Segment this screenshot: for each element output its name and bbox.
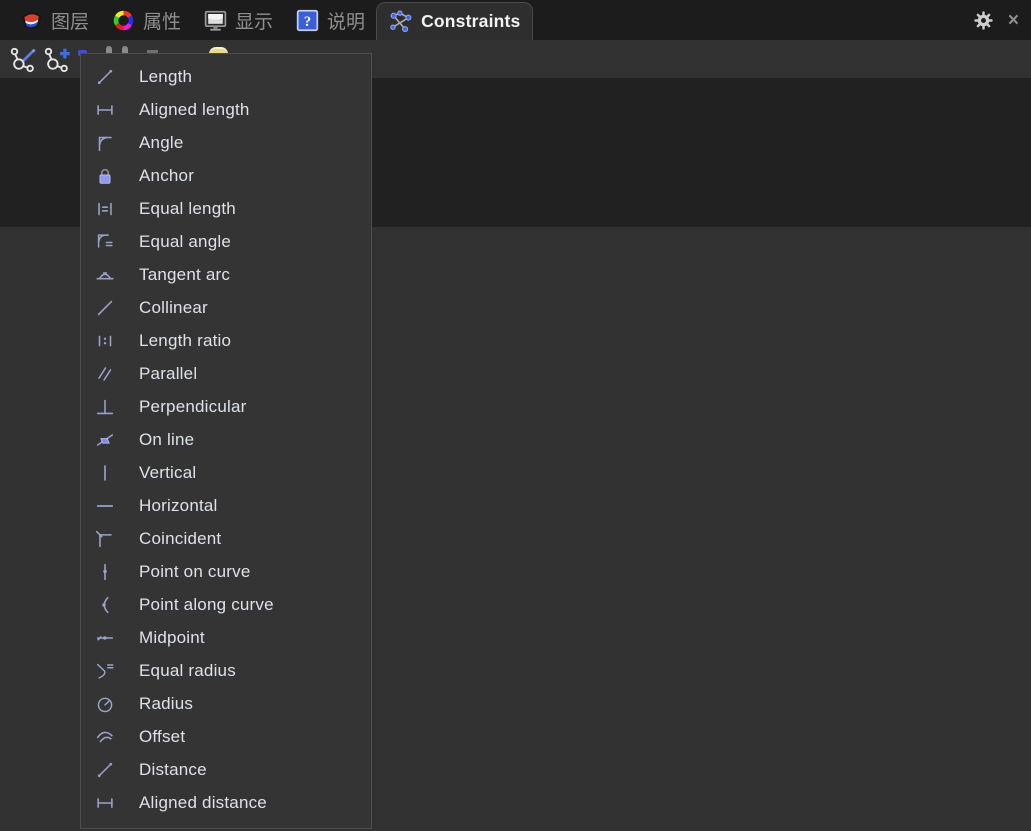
menu-item-label: Length — [139, 66, 193, 86]
menu-item-angle[interactable]: Angle — [81, 126, 371, 159]
tab-display[interactable]: 显示 — [192, 0, 284, 40]
menu-item-aligned-distance[interactable]: Aligned distance — [81, 786, 371, 819]
menu-item-label: Length ratio — [139, 330, 232, 350]
menu-item-label: Offset — [139, 726, 186, 746]
menu-item-label: Perpendicular — [139, 396, 247, 416]
layers-icon — [19, 8, 44, 33]
midpoint-icon — [93, 627, 117, 649]
menu-item-label: Point along curve — [139, 594, 274, 614]
point-along-curve-icon — [93, 594, 117, 616]
menu-item-vertical[interactable]: Vertical — [81, 456, 371, 489]
constraints-icon — [388, 9, 414, 35]
radius-icon — [93, 693, 117, 715]
edit-constraints-button[interactable] — [7, 44, 37, 74]
menu-item-anchor[interactable]: Anchor — [81, 159, 371, 192]
equal-length-icon — [93, 198, 117, 220]
menu-item-aligned-length[interactable]: Aligned length — [81, 93, 371, 126]
menu-item-label: Collinear — [139, 297, 208, 317]
menu-item-equal-length[interactable]: Equal length — [81, 192, 371, 225]
constraints-dropdown-menu: Length Aligned length Angle Anchor Equal len… — [80, 53, 372, 829]
aligned-length-icon — [93, 99, 117, 121]
menu-item-label: Equal length — [139, 198, 236, 218]
menu-item-midpoint[interactable]: Midpoint — [81, 621, 371, 654]
tab-constraints[interactable]: Constraints — [376, 2, 533, 40]
menu-item-label: Coincident — [139, 528, 222, 548]
equal-radius-icon — [93, 660, 117, 682]
equal-angle-icon — [93, 231, 117, 253]
tab-strip: 图层 属性 显示 说明 Constraints — [0, 0, 533, 40]
menu-item-perpendicular[interactable]: Perpendicular — [81, 390, 371, 423]
menu-item-distance[interactable]: Distance — [81, 753, 371, 786]
horizontal-icon — [93, 495, 117, 517]
tab-help[interactable]: 说明 — [284, 0, 376, 40]
display-icon — [203, 8, 228, 33]
tab-label: 显示 — [235, 11, 274, 33]
parallel-icon — [93, 363, 117, 385]
menu-item-point-along-curve[interactable]: Point along curve — [81, 588, 371, 621]
add-constraint-button[interactable] — [41, 44, 71, 74]
coincident-icon — [93, 528, 117, 550]
vertical-icon — [93, 462, 117, 484]
menu-item-length[interactable]: Length — [81, 60, 371, 93]
menu-item-label: Anchor — [139, 165, 195, 185]
tab-label: 属性 — [143, 11, 182, 33]
menu-item-label: Angle — [139, 132, 184, 152]
menu-item-label: Point on curve — [139, 561, 251, 581]
gear-icon[interactable] — [973, 10, 994, 31]
distance-icon — [93, 759, 117, 781]
length-icon — [93, 66, 117, 88]
menu-item-label: Distance — [139, 759, 207, 779]
menu-item-offset[interactable]: Offset — [81, 720, 371, 753]
menu-item-label: Equal angle — [139, 231, 231, 251]
menu-item-label: Parallel — [139, 363, 198, 383]
menu-item-horizontal[interactable]: Horizontal — [81, 489, 371, 522]
tab-label: Constraints — [421, 11, 521, 31]
obscured-icon — [122, 46, 128, 53]
menu-item-label: Radius — [139, 693, 194, 713]
perpendicular-icon — [93, 396, 117, 418]
tab-bar: 图层 属性 显示 说明 Constraints × — [0, 0, 1031, 40]
collinear-icon — [93, 297, 117, 319]
menu-item-label: Midpoint — [139, 627, 205, 647]
menu-item-label: Horizontal — [139, 495, 218, 515]
menu-item-label: Vertical — [139, 462, 197, 482]
close-icon[interactable]: × — [1008, 11, 1019, 30]
menu-item-radius[interactable]: Radius — [81, 687, 371, 720]
menu-item-label: Aligned distance — [139, 792, 267, 812]
menu-item-equal-angle[interactable]: Equal angle — [81, 225, 371, 258]
aligned-distance-icon — [93, 792, 117, 814]
tab-properties[interactable]: 属性 — [100, 0, 192, 40]
menu-item-point-on-curve[interactable]: Point on curve — [81, 555, 371, 588]
anchor-icon — [93, 165, 117, 187]
tangent-arc-icon — [93, 264, 117, 286]
point-on-curve-icon — [93, 561, 117, 583]
obscured-icon — [106, 46, 112, 53]
tabbar-actions: × — [973, 0, 1031, 40]
menu-item-parallel[interactable]: Parallel — [81, 357, 371, 390]
menu-item-label: Tangent arc — [139, 264, 231, 284]
help-icon — [295, 8, 320, 33]
menu-item-equal-radius[interactable]: Equal radius — [81, 654, 371, 687]
menu-item-length-ratio[interactable]: Length ratio — [81, 324, 371, 357]
length-ratio-icon — [93, 330, 117, 352]
tab-label: 说明 — [327, 11, 366, 33]
color-wheel-icon — [111, 8, 136, 33]
tab-label: 图层 — [51, 11, 90, 33]
tab-layers[interactable]: 图层 — [8, 0, 100, 40]
angle-icon — [93, 132, 117, 154]
menu-item-on-line[interactable]: On line — [81, 423, 371, 456]
menu-item-collinear[interactable]: Collinear — [81, 291, 371, 324]
offset-icon — [93, 726, 117, 748]
menu-item-label: Aligned length — [139, 99, 250, 119]
menu-item-label: Equal radius — [139, 660, 236, 680]
menu-item-tangent-arc[interactable]: Tangent arc — [81, 258, 371, 291]
menu-item-label: On line — [139, 429, 195, 449]
menu-item-coincident[interactable]: Coincident — [81, 522, 371, 555]
on-line-icon — [93, 429, 117, 451]
